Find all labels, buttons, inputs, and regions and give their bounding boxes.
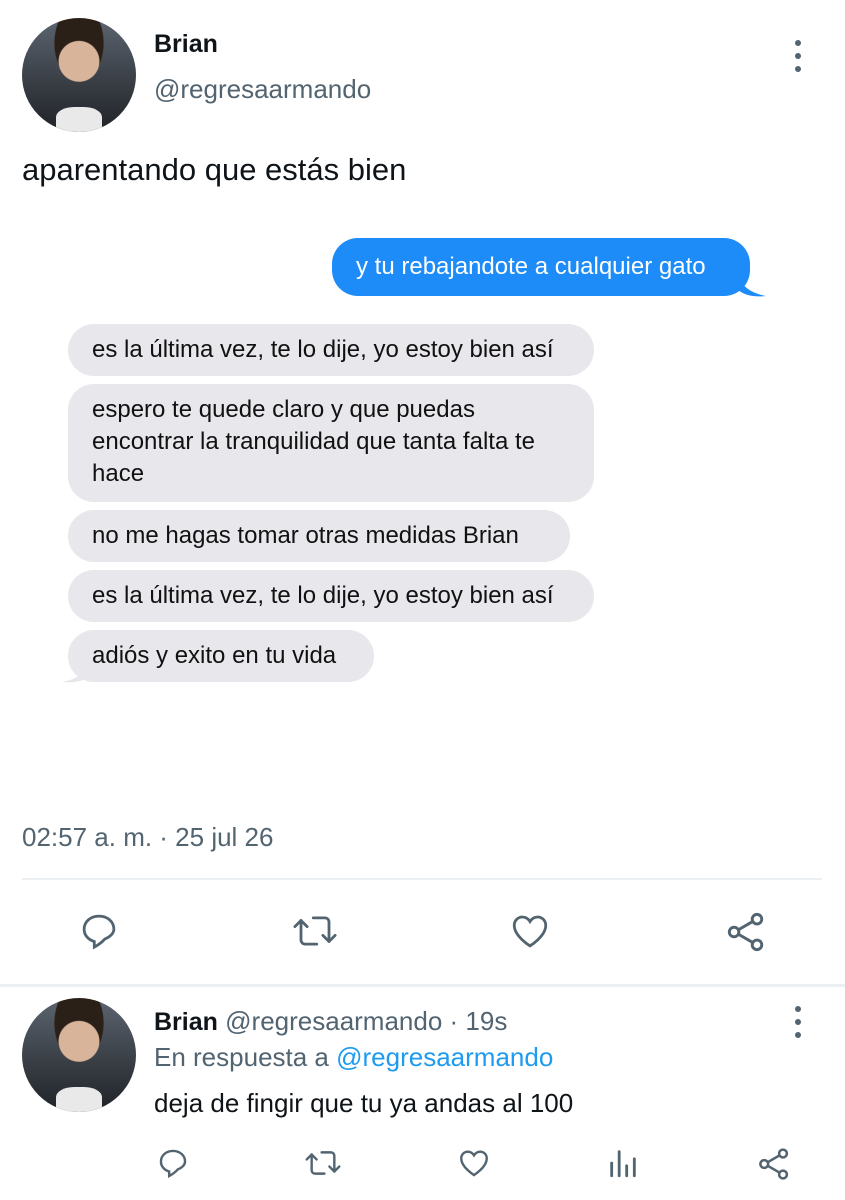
- analytics-icon[interactable]: [606, 1146, 640, 1180]
- tweet-timestamp[interactable]: 02:57 a. m. · 25 jul 26: [22, 822, 273, 853]
- reply-icon[interactable]: [78, 910, 120, 952]
- like-icon[interactable]: [456, 1146, 492, 1180]
- received-message: espero te quede claro y que puedas encon…: [68, 384, 594, 502]
- reply-header: Brian @regresaarmando · 19s: [154, 1006, 507, 1037]
- reply-to-link[interactable]: @regresaarmando: [336, 1042, 553, 1072]
- author-name[interactable]: Brian: [154, 30, 218, 59]
- author-handle[interactable]: @regresaarmando: [154, 74, 371, 105]
- received-bubble-tail: [62, 662, 90, 683]
- reply-author-avatar[interactable]: [22, 998, 136, 1112]
- reply-context: En respuesta a @regresaarmando: [154, 1042, 553, 1073]
- sent-bubble-tail: [738, 276, 766, 297]
- received-message: no me hagas tomar otras medidas Brian: [68, 510, 570, 562]
- received-message: es la última vez, te lo dije, yo estoy b…: [68, 324, 594, 376]
- received-message: adiós y exito en tu vida: [68, 630, 374, 682]
- reply-author-name[interactable]: Brian: [154, 1008, 218, 1036]
- received-message: es la última vez, te lo dije, yo estoy b…: [68, 570, 594, 622]
- reply-prefix: En respuesta a: [154, 1042, 329, 1072]
- divider: [22, 878, 822, 880]
- reply-icon[interactable]: [156, 1146, 190, 1180]
- reply-text: deja de fingir que tu ya andas al 100: [154, 1088, 574, 1118]
- like-icon[interactable]: [508, 910, 552, 952]
- author-avatar[interactable]: [22, 18, 136, 132]
- sent-message: y tu rebajandote a cualquier gato: [332, 238, 750, 296]
- retweet-icon[interactable]: [304, 1146, 342, 1180]
- retweet-icon[interactable]: [292, 910, 338, 952]
- more-options-icon[interactable]: [784, 1002, 812, 1042]
- divider: [0, 984, 845, 987]
- share-icon[interactable]: [756, 1146, 792, 1182]
- more-options-icon[interactable]: [784, 36, 812, 76]
- tweet-text: aparentando que estás bien: [22, 152, 407, 187]
- share-icon[interactable]: [724, 910, 768, 954]
- reply-author-handle[interactable]: @regresaarmando: [225, 1006, 442, 1036]
- reply-time: · 19s: [449, 1006, 508, 1036]
